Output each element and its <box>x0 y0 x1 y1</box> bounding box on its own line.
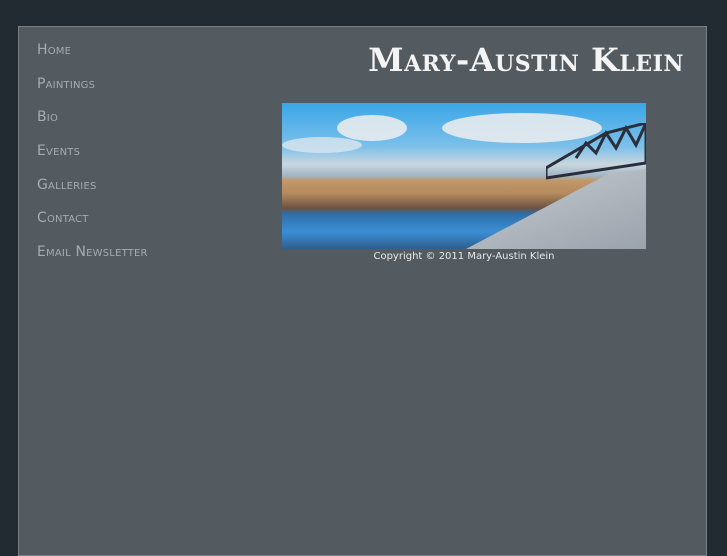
nav-galleries[interactable]: Galleries <box>37 174 148 208</box>
cloud <box>282 137 362 153</box>
featured-painting <box>282 103 646 249</box>
nav-home[interactable]: Home <box>37 39 148 73</box>
nav-paintings[interactable]: Paintings <box>37 73 148 107</box>
cloud <box>337 115 407 141</box>
content-panel: Home Paintings Bio Events Galleries Cont… <box>18 26 707 556</box>
main-nav: Home Paintings Bio Events Galleries Cont… <box>37 39 148 275</box>
painting-caption: Copyright © 2011 Mary-Austin Klein <box>373 251 555 262</box>
nav-bio[interactable]: Bio <box>37 106 148 140</box>
site-title[interactable]: Mary-Austin Klein <box>368 41 684 79</box>
nav-email-newsletter[interactable]: Email Newsletter <box>37 241 148 275</box>
nav-contact[interactable]: Contact <box>37 207 148 241</box>
nav-events[interactable]: Events <box>37 140 148 174</box>
